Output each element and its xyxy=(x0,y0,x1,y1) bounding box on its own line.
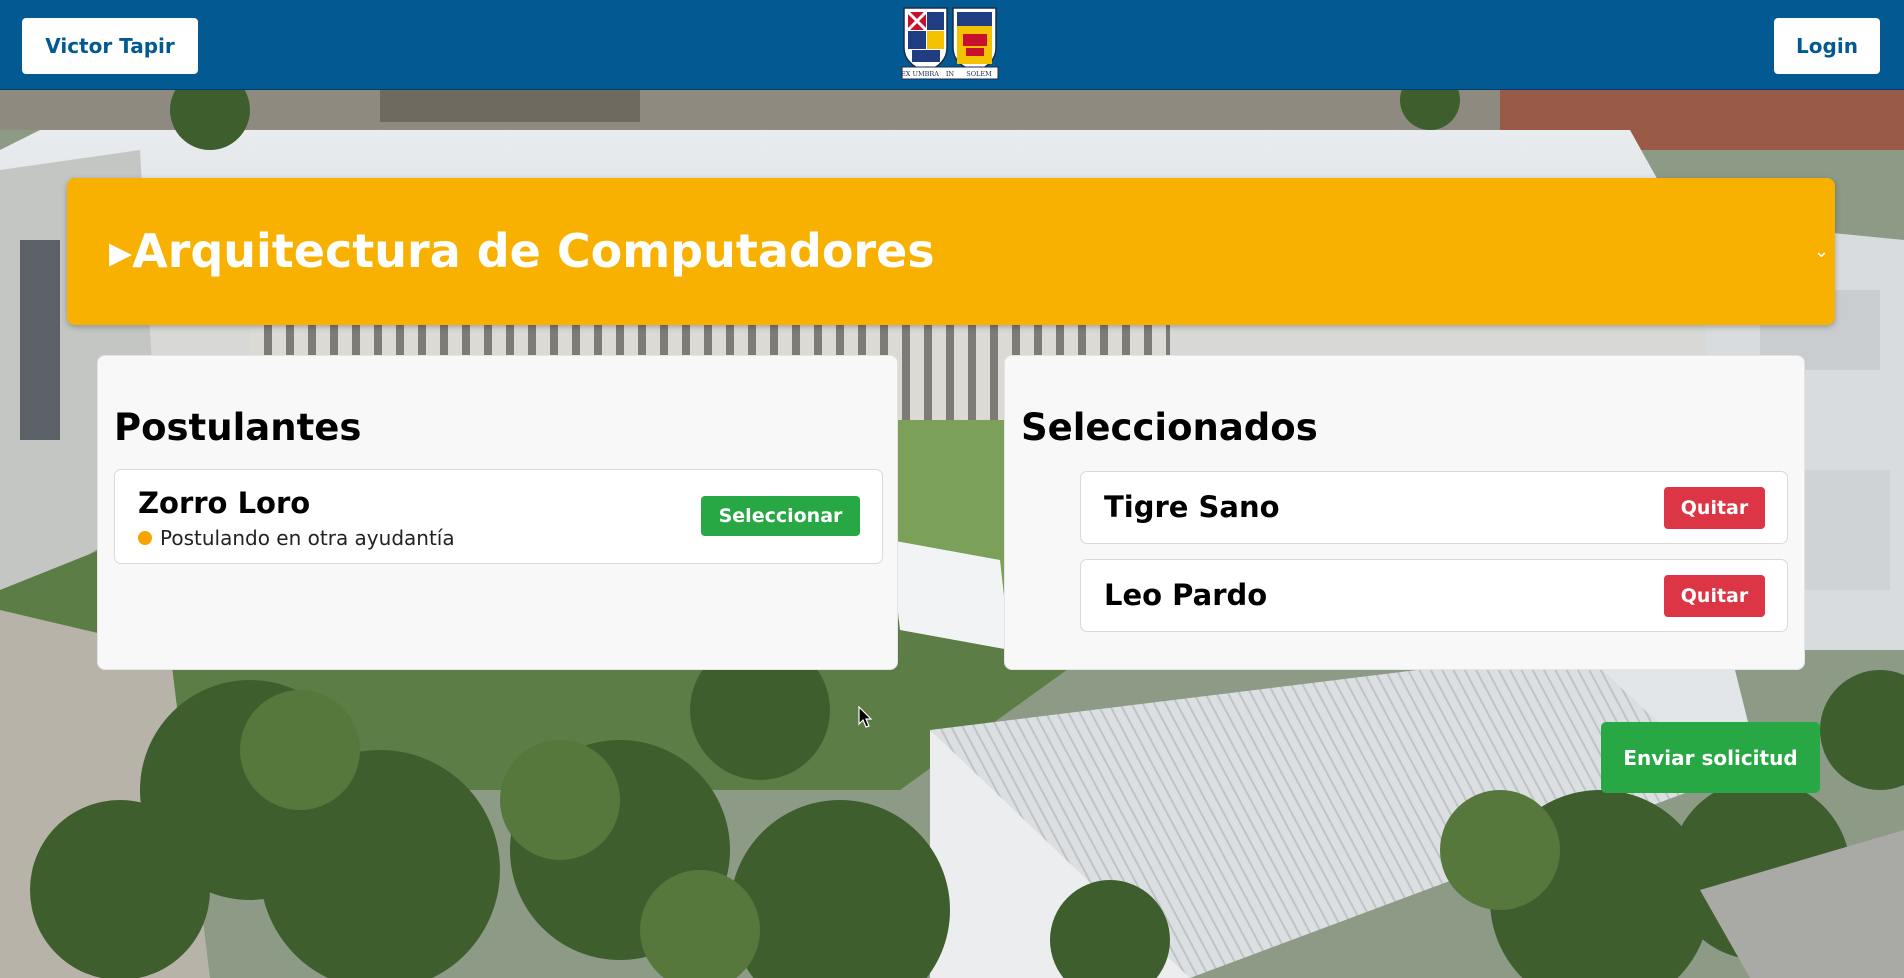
chevron-down-icon: ⌄ xyxy=(1813,241,1829,262)
university-crest-icon: EX UMBRA IN SOLEM xyxy=(900,4,1000,80)
mouse-cursor-icon xyxy=(858,705,874,730)
course-accordion-header[interactable]: ▸Arquitectura de Computadores ⌄ xyxy=(67,178,1835,325)
postulantes-title: Postulantes xyxy=(114,406,362,449)
seleccionados-panel: Seleccionados Tigre Sano Quitar Leo Pard… xyxy=(1004,355,1805,670)
candidate-card: Zorro Loro Postulando en otra ayudantía … xyxy=(114,469,883,564)
selected-name: Leo Pardo xyxy=(1104,578,1268,612)
course-title: ▸Arquitectura de Computadores xyxy=(109,224,935,278)
send-request-button[interactable]: Enviar solicitud xyxy=(1601,722,1820,793)
selected-card: Leo Pardo Quitar xyxy=(1080,559,1788,632)
candidate-status: Postulando en otra ayudantía xyxy=(138,526,455,550)
seleccionados-title: Seleccionados xyxy=(1021,406,1318,449)
logo-motto-right: SOLEM xyxy=(966,70,992,78)
select-candidate-button[interactable]: Seleccionar xyxy=(701,496,860,536)
login-button[interactable]: Login xyxy=(1774,18,1880,74)
selected-name: Tigre Sano xyxy=(1104,490,1280,524)
status-dot-icon xyxy=(138,531,152,545)
postulantes-panel: Postulantes Zorro Loro Postulando en otr… xyxy=(97,355,898,670)
user-name-button[interactable]: Victor Tapir xyxy=(22,18,198,74)
candidate-status-text: Postulando en otra ayudantía xyxy=(160,526,455,550)
remove-selected-button[interactable]: Quitar xyxy=(1664,575,1765,617)
top-navbar: Victor Tapir EX UMBRA IN SOLEM Login xyxy=(0,0,1904,90)
selected-card: Tigre Sano Quitar xyxy=(1080,471,1788,544)
candidate-name: Zorro Loro xyxy=(138,486,311,520)
logo-motto-left: EX UMBRA xyxy=(901,70,939,78)
logo-motto-mid: IN xyxy=(946,70,955,78)
remove-selected-button[interactable]: Quitar xyxy=(1664,487,1765,529)
